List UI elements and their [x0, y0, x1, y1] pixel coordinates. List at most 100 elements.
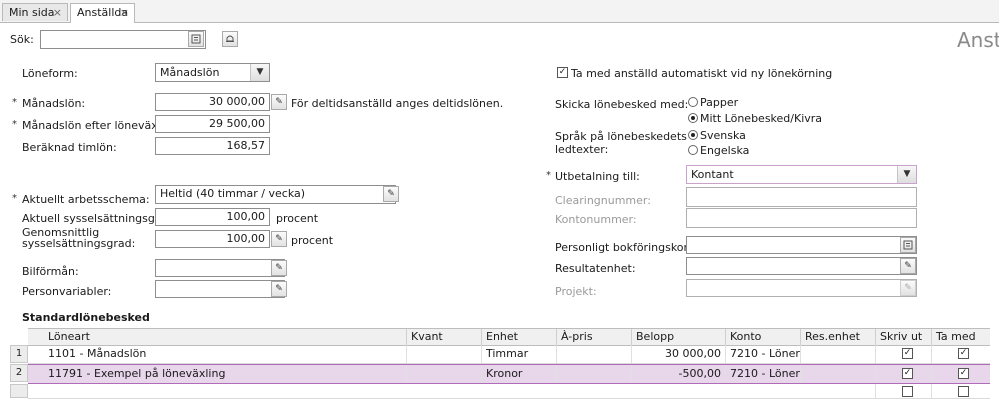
- chevron-down-icon[interactable]: ▼: [897, 166, 916, 183]
- pencil-icon[interactable]: ✎: [271, 94, 287, 110]
- bokforing-input[interactable]: [686, 236, 917, 254]
- syssels-unit: procent: [276, 212, 319, 225]
- sprak-label-line2: ledtexter:: [555, 143, 609, 156]
- required-marker: *: [12, 193, 17, 204]
- grid-header: Löneart Kvant Enhet À-pris Belopp Konto …: [28, 328, 990, 346]
- pencil-icon[interactable]: ✎: [271, 231, 287, 247]
- cell-belopp[interactable]: -500,00: [631, 365, 725, 383]
- row-number[interactable]: 2: [10, 364, 28, 382]
- row-number[interactable]: 1: [10, 345, 28, 363]
- cell-konto[interactable]: 7210 - Löner till: [725, 345, 800, 363]
- bokforing-label: Personligt bokföringskonto:: [555, 241, 706, 254]
- required-marker: *: [12, 97, 17, 108]
- clearing-input[interactable]: [686, 187, 917, 207]
- col-kvant[interactable]: Kvant: [406, 329, 481, 345]
- konto-label: Kontonummer:: [555, 213, 637, 226]
- manadslon-hint: För deltidsanställd anges deltidslönen.: [291, 97, 504, 110]
- syssels-input[interactable]: 100,00: [155, 208, 270, 226]
- col-skriv-ut[interactable]: Skriv ut: [875, 329, 931, 345]
- tab-anstallda[interactable]: Anställda ×: [70, 3, 135, 23]
- timlon-input: 168,57: [155, 137, 270, 155]
- ta-med-checkbox[interactable]: ✓: [958, 368, 969, 379]
- skriv-ut-checkbox[interactable]: ✓: [902, 368, 913, 379]
- biloforman-input[interactable]: [155, 259, 285, 277]
- skriv-ut-checkbox[interactable]: ✓: [902, 348, 913, 359]
- radio-kivra-label: Mitt Lönebesked/Kivra: [700, 112, 823, 125]
- tab-min-sida[interactable]: Min sida ×: [2, 3, 68, 21]
- projekt-label: Projekt:: [555, 285, 597, 298]
- ta-med-checkbox[interactable]: ✓: [958, 348, 969, 359]
- skriv-ut-checkbox[interactable]: [902, 386, 913, 397]
- table-row-empty[interactable]: [28, 384, 990, 399]
- cell-apris[interactable]: [556, 365, 631, 383]
- genomsnitt-unit: procent: [291, 234, 334, 247]
- radio-kivra[interactable]: [688, 113, 698, 123]
- auto-include-checkbox[interactable]: ✓: [557, 67, 568, 78]
- utbetalning-select[interactable]: Kontant ▼: [686, 165, 917, 184]
- pencil-icon[interactable]: ✎: [271, 281, 287, 297]
- cell-resenhet[interactable]: [800, 365, 875, 383]
- cell-konto[interactable]: 7210 - Löner till: [725, 365, 800, 383]
- cell-kvant[interactable]: [406, 365, 481, 383]
- skicka-label: Skicka lönebesked med:: [555, 98, 689, 111]
- cell-skriv-ut: [875, 384, 931, 398]
- col-enhet[interactable]: Enhet: [481, 329, 556, 345]
- sprak-label-line1: Språk på lönebeskedets: [555, 130, 687, 143]
- syssels-label: Aktuell sysselsättningsgrad:: [22, 212, 177, 225]
- radio-papper[interactable]: [688, 97, 698, 107]
- col-konto[interactable]: Konto: [725, 329, 800, 345]
- radio-svenska-label: Svenska: [700, 129, 746, 142]
- arbetsschema-input[interactable]: Heltid (40 timmar / vecka): [155, 185, 396, 204]
- radio-engelska[interactable]: [688, 145, 698, 155]
- ta-med-checkbox[interactable]: [958, 386, 969, 397]
- genomsnitt-input[interactable]: 100,00: [155, 230, 270, 248]
- row-number[interactable]: [10, 384, 28, 398]
- pencil-icon: ✎: [900, 280, 916, 296]
- close-icon[interactable]: ×: [120, 4, 129, 22]
- manadslon-efter-input[interactable]: 29 500,00: [155, 115, 270, 133]
- col-ta-med[interactable]: Ta med: [931, 329, 990, 345]
- cell-ta-med: [931, 384, 990, 398]
- pencil-icon[interactable]: ✎: [383, 186, 399, 202]
- cell-loneart[interactable]: 1101 - Månadslön: [28, 345, 406, 363]
- radio-svenska[interactable]: [688, 130, 698, 140]
- cell-belopp[interactable]: 30 000,00: [631, 345, 725, 363]
- cell-loneart[interactable]: 11791 - Exempel på löneväxling: [28, 365, 406, 383]
- col-loneart[interactable]: Löneart: [28, 329, 406, 345]
- bell-icon[interactable]: [222, 31, 238, 47]
- utbetalning-label: Utbetalning till:: [555, 170, 640, 183]
- col-resenhet[interactable]: Res.enhet: [800, 329, 875, 345]
- manadslon-input[interactable]: 30 000,00: [155, 93, 270, 111]
- search-input[interactable]: [40, 30, 206, 49]
- personvariabler-input[interactable]: [155, 280, 285, 298]
- loneform-select[interactable]: Månadslön ▼: [155, 63, 270, 82]
- cell-kvant[interactable]: [406, 345, 481, 363]
- cell-enhet[interactable]: Timmar: [481, 345, 556, 363]
- table-row-selected[interactable]: 11791 - Exempel på löneväxling Kronor -5…: [28, 364, 990, 384]
- cell-apris[interactable]: [556, 345, 631, 363]
- search-label: Sök:: [10, 33, 34, 46]
- genomsnitt-label: Genomsnittlig sysselsättningsgrad:: [22, 227, 135, 249]
- genomsnitt-label-line2: sysselsättningsgrad:: [22, 237, 136, 250]
- arbetsschema-label: Aktuellt arbetsschema:: [22, 193, 150, 206]
- clearing-label: Clearingnummer:: [555, 194, 651, 207]
- resultatenhet-label: Resultatenhet:: [555, 262, 636, 275]
- pencil-icon[interactable]: ✎: [900, 258, 916, 274]
- projekt-input[interactable]: [686, 279, 917, 297]
- col-belopp[interactable]: Belopp: [631, 329, 725, 345]
- loneform-value: Månadslön: [160, 66, 220, 79]
- list-icon[interactable]: [900, 237, 916, 253]
- close-icon[interactable]: ×: [53, 4, 62, 22]
- chevron-down-icon[interactable]: ▼: [250, 64, 269, 81]
- list-icon[interactable]: [188, 31, 204, 47]
- required-marker: *: [546, 170, 551, 181]
- cell-resenhet[interactable]: [800, 345, 875, 363]
- cell-skriv-ut: ✓: [875, 345, 931, 363]
- cell-skriv-ut: ✓: [875, 365, 931, 383]
- konto-input[interactable]: [686, 208, 917, 228]
- pencil-icon[interactable]: ✎: [271, 260, 287, 276]
- resultatenhet-input[interactable]: [686, 257, 917, 275]
- cell-enhet[interactable]: Kronor: [481, 365, 556, 383]
- table-row[interactable]: 1101 - Månadslön Timmar 30 000,00 7210 -…: [28, 345, 990, 364]
- col-apris[interactable]: À-pris: [556, 329, 631, 345]
